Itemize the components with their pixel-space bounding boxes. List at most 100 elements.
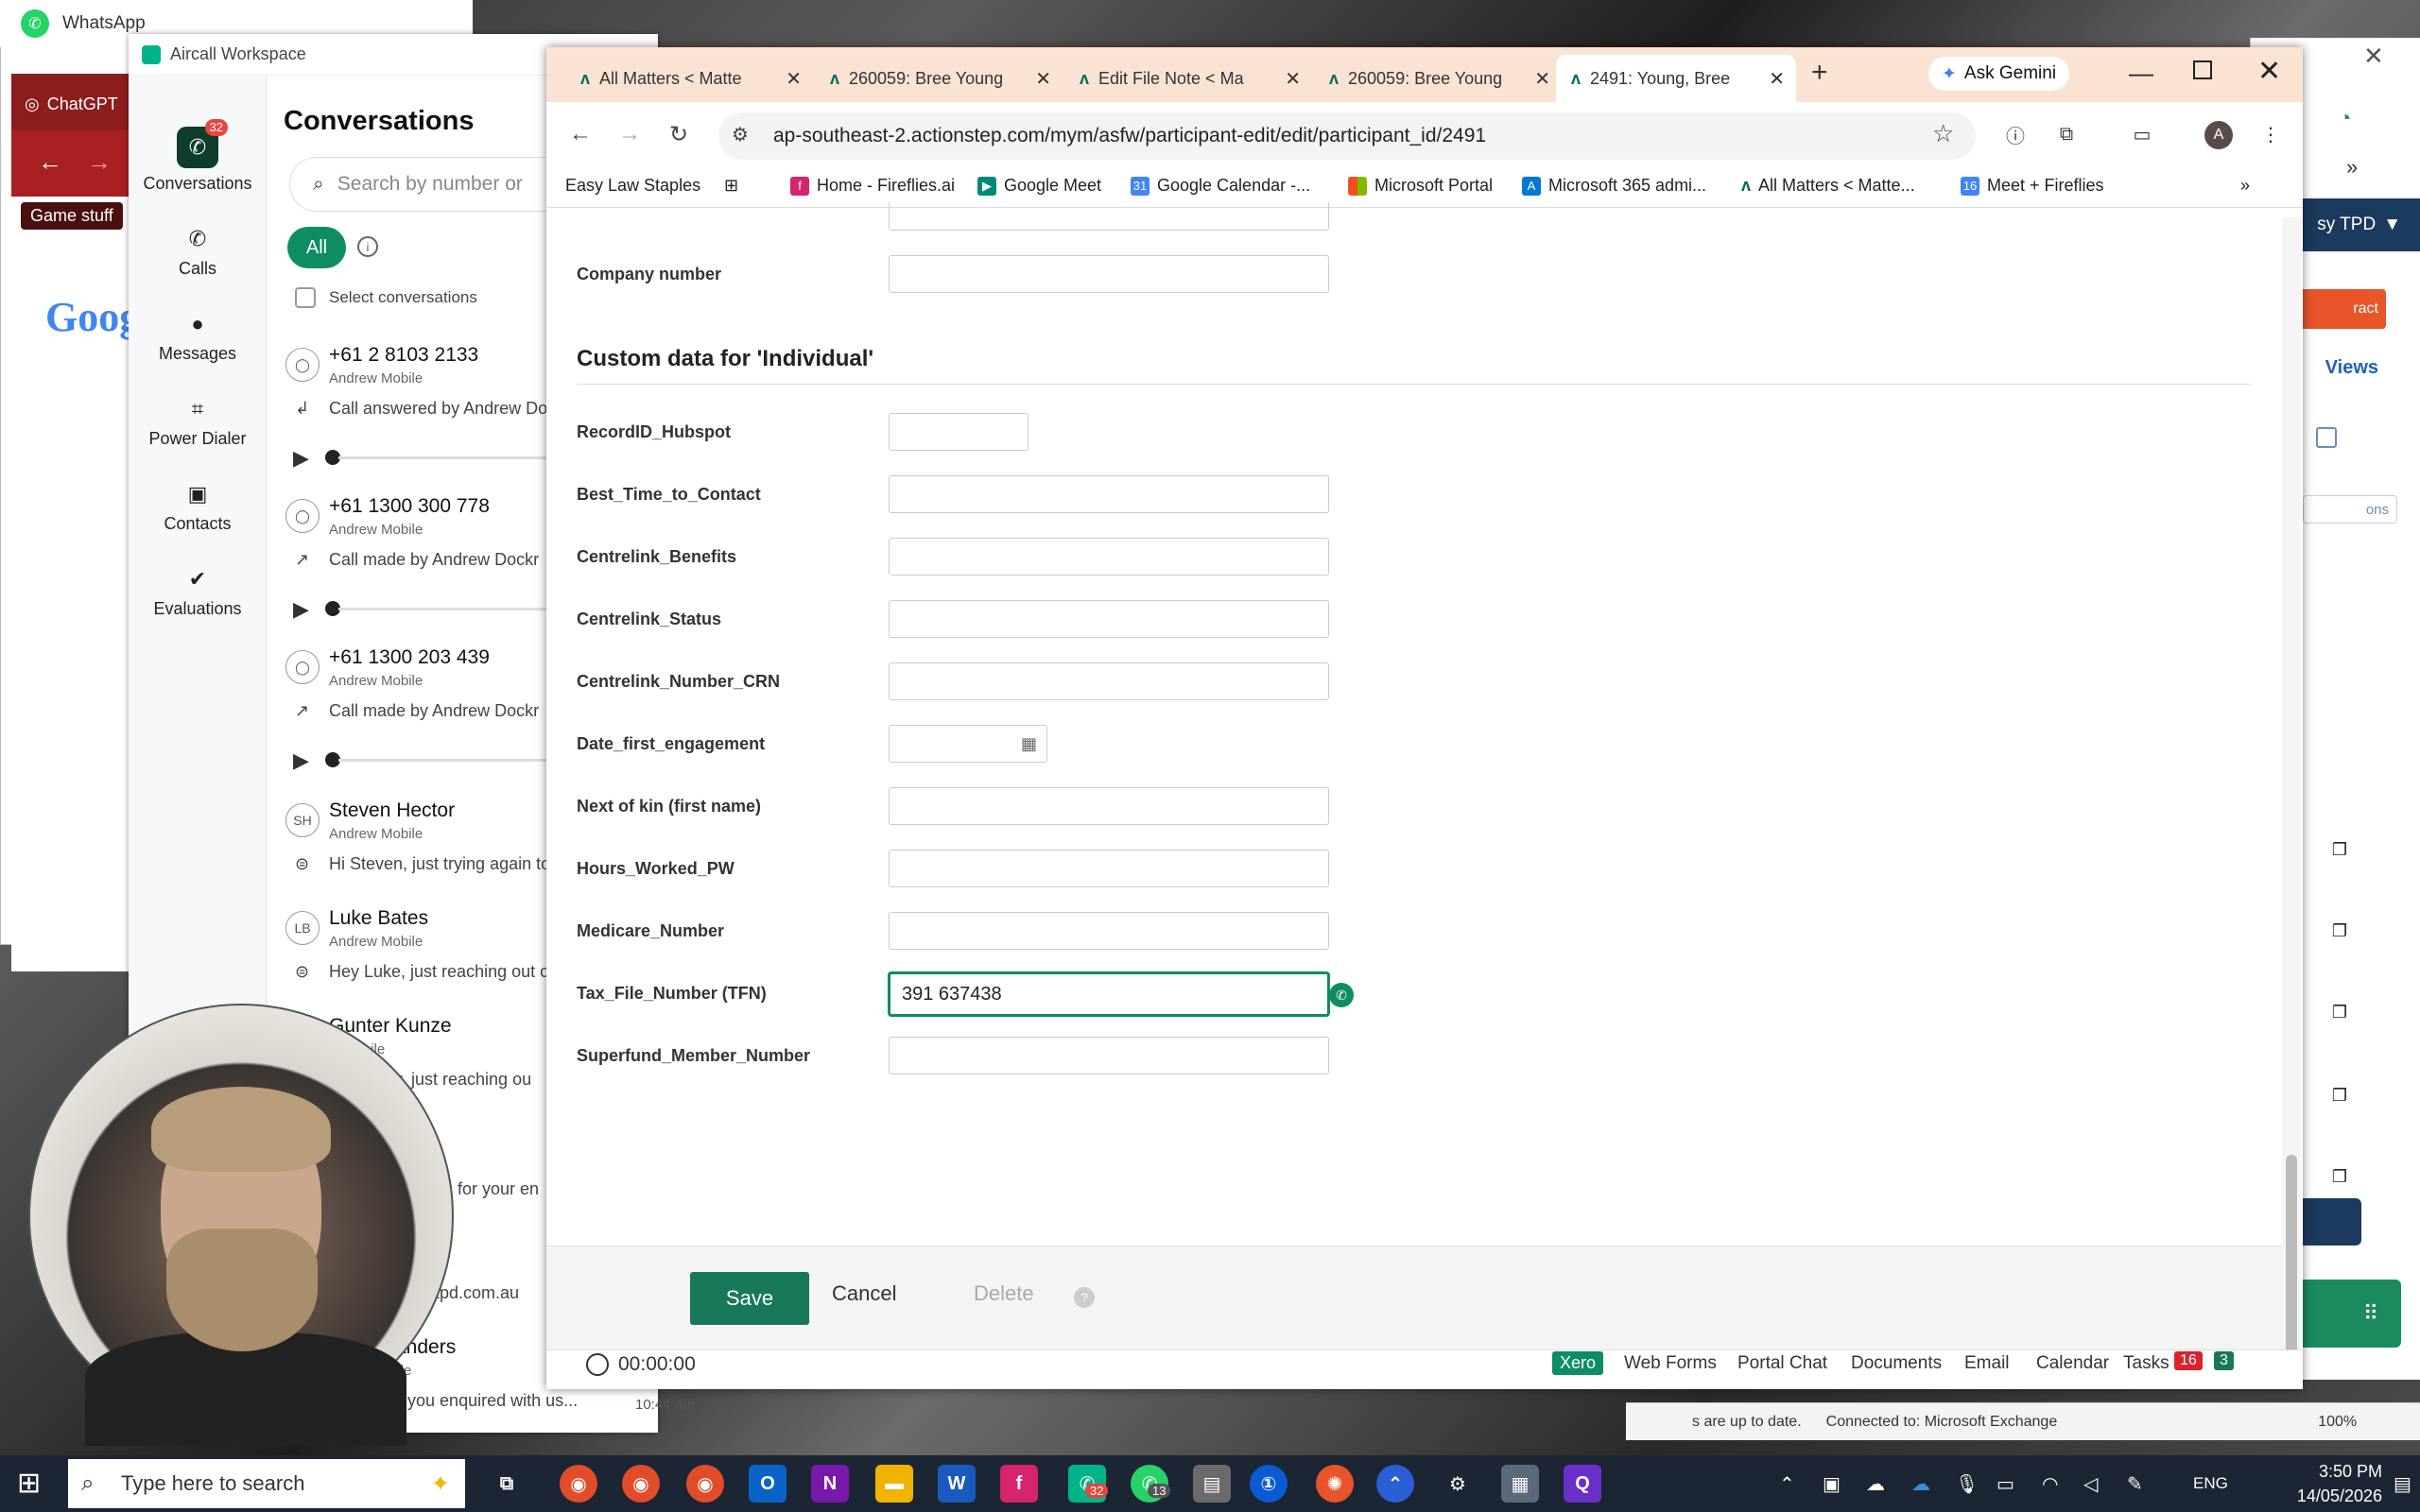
onenote-icon[interactable]: N bbox=[811, 1465, 849, 1503]
minimize-icon[interactable]: — bbox=[2129, 59, 2153, 88]
forward-arrow-icon[interactable]: → bbox=[87, 147, 112, 177]
pen-icon[interactable]: ✎ bbox=[2127, 1472, 2143, 1496]
maximize-icon[interactable] bbox=[2193, 60, 2212, 79]
close-tab-icon[interactable]: ✕ bbox=[1534, 67, 1550, 91]
profile-avatar[interactable]: A bbox=[2204, 121, 2233, 149]
scrollbar-thumb[interactable] bbox=[2286, 1155, 2297, 1368]
conversation-search-input[interactable]: ⌕ Search by number or bbox=[289, 157, 573, 212]
bookmark-item[interactable]: Easy Law Staples bbox=[565, 176, 700, 196]
background-app-header[interactable]: sy TPD ▼ bbox=[2297, 198, 2420, 251]
extensions-icon[interactable]: ⧉ bbox=[2053, 121, 2080, 147]
centrelink-status-input[interactable] bbox=[889, 600, 1329, 638]
select-all-checkbox[interactable] bbox=[295, 287, 316, 308]
address-bar[interactable]: ap-southeast-2.actionstep.com/mym/asfw/p… bbox=[718, 112, 1976, 160]
save-icon[interactable] bbox=[2316, 427, 2337, 448]
cancel-button[interactable]: Cancel bbox=[832, 1281, 896, 1306]
browser-tab[interactable]: ʌ Edit File Note < Ma ✕ bbox=[1064, 55, 1312, 102]
background-green-button[interactable]: ⠿ bbox=[2297, 1280, 2401, 1348]
site-settings-icon[interactable]: ⚙ bbox=[732, 123, 749, 146]
medicare-number-input[interactable] bbox=[889, 912, 1329, 950]
background-blue-button[interactable] bbox=[2297, 1198, 2361, 1246]
copy-icon[interactable]: ❐ bbox=[2325, 835, 2354, 864]
back-arrow-icon[interactable]: ← bbox=[569, 121, 592, 147]
fireflies-icon[interactable]: f bbox=[1000, 1465, 1038, 1503]
cloud-icon[interactable]: ☁ bbox=[1866, 1472, 1885, 1496]
chevron-up-icon[interactable]: ⌃ bbox=[1779, 1472, 1795, 1496]
recordid-hubspot-input[interactable] bbox=[889, 413, 1028, 451]
app-icon[interactable]: Q bbox=[1564, 1465, 1601, 1503]
vpn-icon[interactable]: ⌃ bbox=[1376, 1465, 1414, 1503]
tasks-link[interactable]: Tasks bbox=[2123, 1353, 2169, 1374]
nav-calls[interactable]: ✆ Calls bbox=[129, 225, 267, 279]
bookmark-item[interactable]: A Microsoft 365 admi... bbox=[1522, 176, 1706, 196]
portal-chat-link[interactable]: Portal Chat bbox=[1737, 1353, 1827, 1374]
calendar-icon[interactable]: ▦ bbox=[1021, 734, 1037, 754]
wifi-icon[interactable]: ◠ bbox=[2042, 1472, 2058, 1496]
volume-icon[interactable]: ◁ bbox=[2083, 1472, 2098, 1496]
play-icon[interactable]: ▶ bbox=[293, 446, 309, 471]
new-tab-icon[interactable]: + bbox=[1811, 57, 1828, 89]
close-tab-icon[interactable]: ✕ bbox=[1769, 67, 1785, 91]
taskbar-search-input[interactable]: Type here to search ✦ bbox=[68, 1459, 465, 1508]
centrelink-number-crn-input[interactable] bbox=[889, 662, 1329, 700]
delete-button[interactable]: Delete bbox=[974, 1281, 1034, 1306]
bookmark-item[interactable]: ʌ All Matters < Matte... bbox=[1741, 176, 1915, 196]
copy-icon[interactable]: ❐ bbox=[2325, 917, 2354, 945]
nav-conversations[interactable]: ✆ 32 Conversations bbox=[129, 119, 267, 194]
browser-tab[interactable]: ʌ 260059: Bree Young ✕ bbox=[815, 55, 1063, 102]
copy-icon[interactable]: ❐ bbox=[2325, 1081, 2354, 1109]
expand-icon[interactable]: » bbox=[2346, 155, 2358, 180]
task-view-icon[interactable]: ⧉ bbox=[488, 1465, 526, 1503]
bookmark-item[interactable]: Microsoft Portal bbox=[1348, 176, 1493, 196]
options-button[interactable]: ons bbox=[2303, 495, 2397, 524]
views-link[interactable]: Views bbox=[2297, 357, 2420, 386]
bookmark-item[interactable]: 16 Meet + Fireflies bbox=[1961, 176, 2104, 196]
app-icon[interactable]: ▤ bbox=[1193, 1465, 1231, 1503]
web-forms-link[interactable]: Web Forms bbox=[1624, 1353, 1717, 1374]
select-conversations[interactable]: Select conversations bbox=[295, 287, 477, 308]
system-clock[interactable]: 3:50 PM 14/05/2026 bbox=[2269, 1459, 2382, 1508]
next-of-kin-input[interactable] bbox=[889, 787, 1329, 825]
tray-app-icon[interactable]: ▣ bbox=[1823, 1472, 1841, 1496]
close-tab-icon[interactable]: ✕ bbox=[1285, 67, 1301, 91]
tasks-due-badge[interactable]: 3 bbox=[2214, 1351, 2234, 1370]
save-button[interactable]: Save bbox=[690, 1272, 809, 1325]
nav-messages[interactable]: ● Messages bbox=[129, 310, 267, 364]
nav-power-dialer[interactable]: ⌗ Power Dialer bbox=[129, 395, 267, 449]
ask-gemini-button[interactable]: ✦ Ask Gemini bbox=[1928, 57, 2070, 91]
bookmark-star-icon[interactable]: ☆ bbox=[1932, 119, 1954, 148]
chrome-icon[interactable]: ◉ bbox=[622, 1465, 660, 1503]
browser-tab[interactable]: ʌ All Matters < Matte ✕ bbox=[565, 55, 813, 102]
date-first-engagement-input[interactable]: ▦ bbox=[889, 725, 1047, 763]
forward-arrow-icon[interactable]: → bbox=[618, 121, 641, 147]
superfund-member-number-input[interactable] bbox=[889, 1037, 1329, 1074]
apps-grid-icon[interactable]: ⊞ bbox=[724, 176, 738, 196]
tax-file-number-input[interactable]: 391 637438 bbox=[889, 972, 1329, 1016]
info-icon[interactable]: i bbox=[357, 236, 378, 257]
microphone-icon[interactable]: 🎙 bbox=[1955, 1472, 1979, 1496]
tasks-overdue-badge[interactable]: 16 bbox=[2174, 1351, 2203, 1370]
file-explorer-icon[interactable]: ▬ bbox=[875, 1465, 913, 1503]
bookmark-item[interactable]: f Home - Fireflies.ai bbox=[790, 176, 955, 196]
password-manager-icon[interactable]: ① bbox=[1250, 1465, 1288, 1503]
language-indicator[interactable]: ENG bbox=[2193, 1474, 2228, 1493]
windows-start-icon[interactable]: ⊞ bbox=[17, 1467, 41, 1500]
password-manager-icon[interactable]: ⓘ bbox=[2002, 121, 2029, 147]
centrelink-benefits-input[interactable] bbox=[889, 538, 1329, 576]
copy-icon[interactable]: ❐ bbox=[2325, 1162, 2354, 1191]
menu-icon[interactable]: ⋮ bbox=[2257, 121, 2284, 147]
hours-worked-pw-input[interactable] bbox=[889, 850, 1329, 887]
email-link[interactable]: Email bbox=[1964, 1353, 2010, 1374]
best-time-to-contact-input[interactable] bbox=[889, 475, 1329, 513]
bookmark-game-stuff[interactable]: Game stuff bbox=[21, 202, 123, 230]
filter-all-button[interactable]: All bbox=[287, 227, 346, 268]
notifications-icon[interactable]: ▤ bbox=[2394, 1472, 2411, 1496]
calendar-link[interactable]: Calendar bbox=[2036, 1353, 2109, 1374]
help-icon[interactable]: ? bbox=[1074, 1287, 1095, 1308]
reload-icon[interactable]: ↻ bbox=[669, 121, 688, 148]
close-tab-icon[interactable]: ✕ bbox=[1035, 67, 1051, 91]
xero-button[interactable]: Xero bbox=[1552, 1351, 1604, 1375]
chatgpt-tab[interactable]: ◎ ChatGPT bbox=[25, 87, 138, 121]
word-icon[interactable]: W bbox=[938, 1465, 976, 1503]
battery-icon[interactable]: ▭ bbox=[1996, 1472, 2014, 1496]
